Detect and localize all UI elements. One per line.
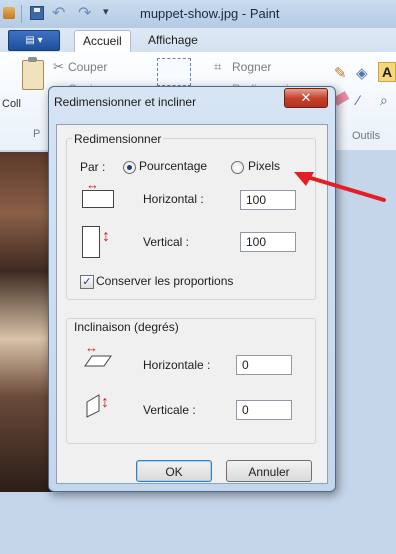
vertical-arrow-icon: ↕ — [102, 228, 110, 245]
paint-app-icon[interactable] — [3, 7, 15, 19]
skew-horizontal-input[interactable] — [236, 355, 292, 375]
skew-vertical-label: Verticale : — [143, 403, 196, 417]
close-button[interactable]: ✕ — [284, 88, 328, 108]
dialog-title: Redimensionner et incliner — [54, 95, 197, 109]
window-title: muppet-show.jpg - Paint — [140, 6, 280, 21]
pencil-icon[interactable]: ✎ — [334, 64, 347, 82]
paste-icon[interactable] — [22, 57, 44, 90]
keep-ratio-checkbox[interactable]: ✓ — [80, 275, 94, 289]
color-picker-icon[interactable]: ⁄ — [357, 92, 359, 108]
vertical-label: Vertical : — [143, 235, 190, 249]
skew-horizontal-label: Horizontale : — [143, 358, 211, 372]
text-tool-icon[interactable]: A — [378, 62, 396, 82]
save-icon[interactable] — [30, 6, 44, 20]
app-menu-button[interactable]: ▤ ▾ — [8, 30, 60, 51]
magnifier-icon[interactable]: ⌕ — [380, 92, 388, 109]
fill-bucket-icon[interactable]: ◈ — [356, 64, 368, 82]
skew-vertical-arrow-icon: ↕ — [101, 394, 109, 411]
keep-ratio-label[interactable]: Conserver les proportions — [96, 274, 233, 288]
redo-icon[interactable]: ↷ — [78, 3, 92, 22]
crop-icon: ⌗ — [214, 59, 222, 74]
group-label-presse-papiers: P — [33, 128, 41, 140]
select-icon[interactable] — [157, 58, 191, 86]
vertical-resize-icon — [82, 226, 100, 258]
horizontal-input[interactable] — [240, 190, 296, 210]
percentage-radio-label[interactable]: Pourcentage — [139, 159, 207, 173]
pixels-radio-label[interactable]: Pixels — [248, 159, 280, 173]
undo-icon[interactable]: ↶ — [52, 3, 66, 22]
customize-toolbar-icon[interactable]: ▾ — [103, 5, 117, 19]
horizontal-label: Horizontal : — [143, 192, 204, 206]
horizontal-resize-icon — [82, 190, 114, 208]
by-label: Par : — [80, 160, 106, 174]
skew-group-legend: Inclinaison (degrés) — [72, 320, 181, 334]
scissors-icon: ✂ — [53, 59, 64, 74]
tab-affichage[interactable]: Affichage — [140, 30, 206, 50]
skew-group — [66, 318, 316, 444]
paste-label[interactable]: Coll — [2, 98, 21, 110]
title-bar: ↶ ↷ ▾ muppet-show.jpg - Paint — [0, 0, 396, 29]
ok-button[interactable]: OK — [136, 460, 212, 482]
vertical-input[interactable] — [240, 232, 296, 252]
skew-vertical-icon — [86, 394, 100, 418]
crop-button[interactable]: Rogner — [232, 60, 271, 74]
group-label-outils: Outils — [352, 130, 381, 142]
skew-horizontal-icon — [84, 355, 112, 367]
resize-group-legend: Redimensionner — [72, 132, 164, 146]
cancel-button[interactable]: Annuler — [226, 460, 312, 482]
skew-horizontal-arrow-icon: ↔ — [85, 340, 98, 355]
annotation-arrow-icon — [294, 172, 386, 202]
percentage-radio[interactable] — [123, 161, 136, 174]
pixels-radio[interactable] — [231, 161, 244, 174]
skew-vertical-input[interactable] — [236, 400, 292, 420]
toolbar-separator — [21, 5, 22, 23]
cut-button[interactable]: Couper — [68, 60, 107, 74]
tab-accueil[interactable]: Accueil — [74, 30, 131, 53]
